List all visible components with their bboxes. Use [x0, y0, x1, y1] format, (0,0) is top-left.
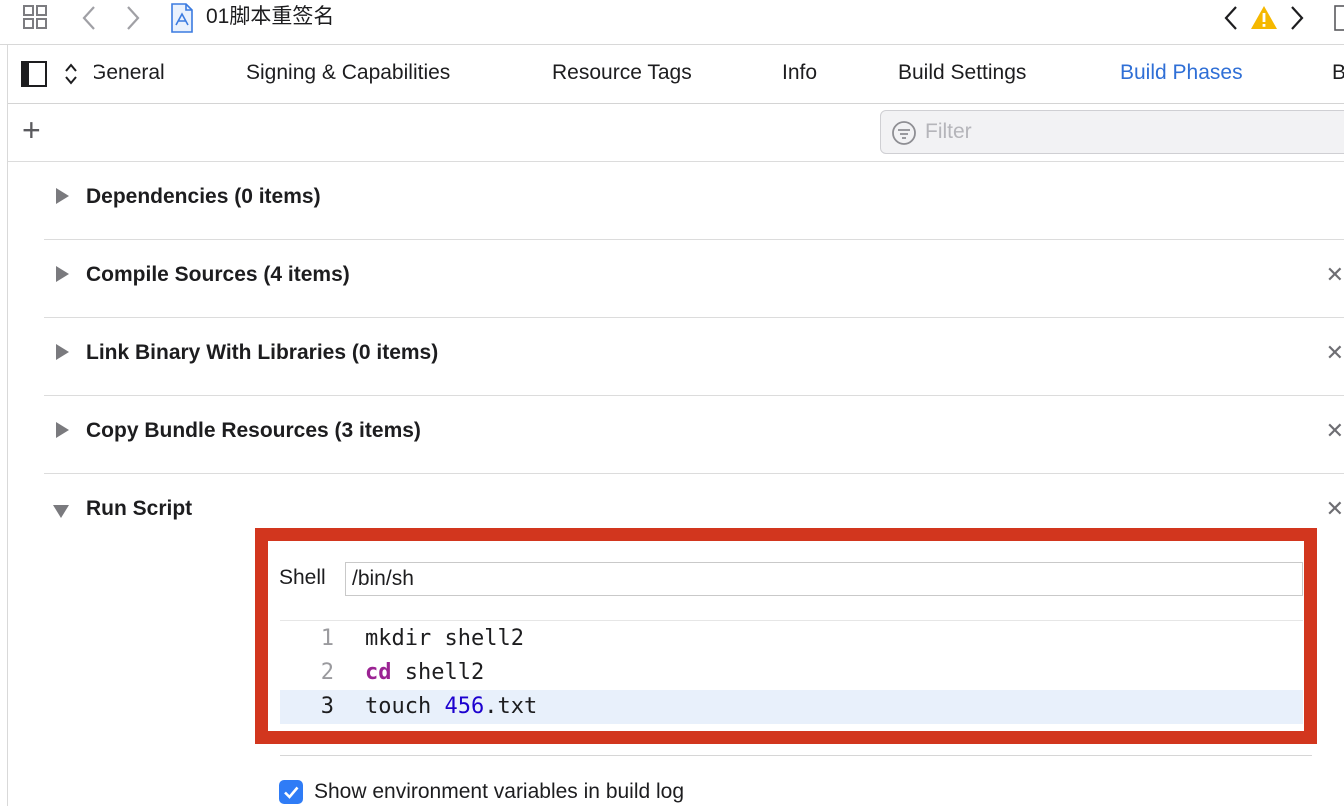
- editor-tab-bar: General Signing & Capabilities Resource …: [8, 45, 1344, 104]
- close-icon[interactable]: ✕: [1326, 261, 1344, 289]
- grid-icon[interactable]: [22, 4, 50, 37]
- target-selector-icon[interactable]: [63, 61, 79, 92]
- tab-general-clip: General: [94, 45, 204, 102]
- phase-title[interactable]: Run Script: [86, 495, 192, 523]
- disclosure-triangle-icon[interactable]: [56, 422, 69, 438]
- tab-build-phases[interactable]: Build Phases: [1120, 59, 1243, 87]
- code-line[interactable]: 2 cd shell2: [280, 656, 1303, 690]
- code-token: shell2: [391, 660, 485, 685]
- phase-title[interactable]: Dependencies (0 items): [86, 183, 321, 211]
- title-bar: 01脚本重签名: [0, 0, 1344, 45]
- panel-edge-icon[interactable]: [1334, 4, 1344, 37]
- phase-copy-bundle-resources: Copy Bundle Resources (3 items) ✕: [44, 395, 1344, 474]
- shell-value: /bin/sh: [352, 567, 414, 590]
- code-line[interactable]: 1 mkdir shell2: [280, 622, 1303, 656]
- filter-icon: [891, 120, 917, 151]
- disclosure-triangle-icon[interactable]: [56, 344, 69, 360]
- sidebar-toggle-icon[interactable]: [20, 60, 48, 93]
- forward-chevron-icon[interactable]: [124, 5, 142, 36]
- project-file-icon: [170, 3, 194, 38]
- filter-field[interactable]: Filter: [880, 110, 1344, 154]
- keyword-token: cd: [365, 660, 392, 685]
- divider: [280, 755, 1312, 756]
- tab-build-rules[interactable]: B: [1332, 59, 1344, 87]
- code-token: touch: [365, 694, 445, 719]
- tab-signing-capabilities[interactable]: Signing & Capabilities: [246, 59, 450, 87]
- tab-resource-tags[interactable]: Resource Tags: [552, 59, 692, 87]
- disclosure-triangle-icon[interactable]: [53, 505, 69, 518]
- tab-general[interactable]: General: [94, 59, 165, 87]
- window-title: 01脚本重签名: [206, 5, 335, 28]
- close-icon[interactable]: ✕: [1326, 495, 1344, 523]
- number-token: 456: [444, 694, 485, 719]
- tab-info[interactable]: Info: [782, 59, 817, 87]
- line-number: 1: [320, 626, 334, 651]
- phase-title[interactable]: Link Binary With Libraries (0 items): [86, 339, 438, 367]
- close-icon[interactable]: ✕: [1326, 417, 1344, 445]
- build-phases-toolbar: + Filter: [8, 104, 1344, 162]
- phase-dependencies: Dependencies (0 items): [44, 161, 1344, 240]
- code-token: .txt: [484, 694, 538, 719]
- code-line-current[interactable]: 3 touch 456.txt: [280, 690, 1303, 724]
- disclosure-triangle-icon[interactable]: [56, 266, 69, 282]
- filter-placeholder: Filter: [925, 120, 972, 143]
- phase-compile-sources: Compile Sources (4 items) ✕: [44, 239, 1344, 318]
- issue-forward-chevron-icon[interactable]: [1288, 5, 1306, 36]
- back-chevron-icon[interactable]: [80, 5, 98, 36]
- add-icon[interactable]: +: [22, 112, 41, 148]
- close-icon[interactable]: ✕: [1326, 339, 1344, 367]
- shell-label: Shell: [279, 566, 326, 589]
- code-text: mkdir shell2: [365, 626, 524, 651]
- phase-title[interactable]: Compile Sources (4 items): [86, 261, 350, 289]
- disclosure-triangle-icon[interactable]: [56, 188, 69, 204]
- code-text: cd shell2: [365, 656, 484, 690]
- tab-build-settings[interactable]: Build Settings: [898, 59, 1026, 87]
- env-checkbox-label[interactable]: Show environment variables in build log: [314, 778, 684, 806]
- script-editor[interactable]: 1 mkdir shell2 2 cd shell2 3 touch 456.t…: [280, 620, 1303, 726]
- phase-link-binary: Link Binary With Libraries (0 items) ✕: [44, 317, 1344, 396]
- warning-icon[interactable]: [1250, 4, 1278, 35]
- line-number: 2: [320, 660, 334, 685]
- checkbox-checked-icon[interactable]: [279, 780, 303, 804]
- code-text: touch 456.txt: [365, 690, 537, 724]
- shell-field[interactable]: /bin/sh: [345, 562, 1303, 596]
- line-number: 3: [320, 694, 334, 719]
- phase-title[interactable]: Copy Bundle Resources (3 items): [86, 417, 421, 445]
- issue-back-chevron-icon[interactable]: [1222, 5, 1240, 36]
